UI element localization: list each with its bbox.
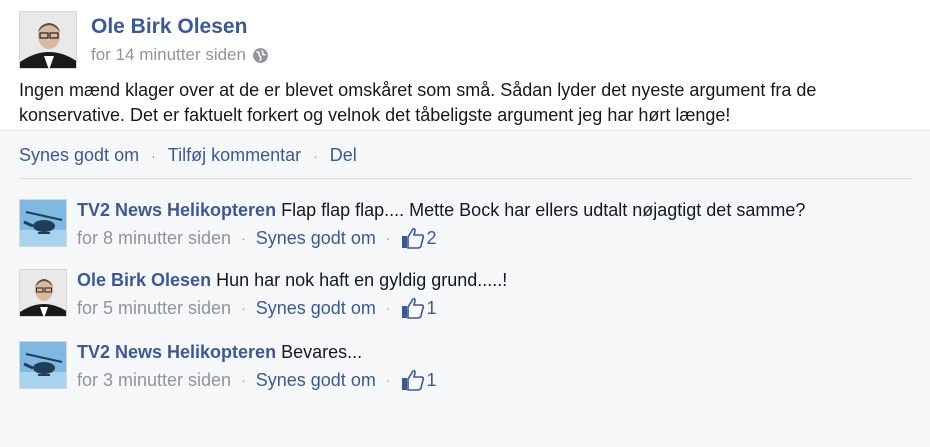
comment-text: Bevares... xyxy=(281,342,363,362)
commenter-avatar[interactable] xyxy=(19,199,67,247)
comment-like-count[interactable]: 1 xyxy=(401,297,437,319)
comment-text: Flap flap flap.... Mette Bock har ellers… xyxy=(281,200,806,220)
author-avatar[interactable] xyxy=(19,11,77,69)
like-count-value: 1 xyxy=(426,369,437,390)
comment-like-count[interactable]: 2 xyxy=(401,227,437,249)
separator: · xyxy=(241,230,246,246)
separator: · xyxy=(385,230,391,246)
like-button[interactable]: Synes godt om xyxy=(19,145,139,166)
separator: · xyxy=(151,147,156,164)
separator: · xyxy=(241,300,246,316)
comment-line: Ole Birk Olesen Hun har nok haft en gyld… xyxy=(77,269,507,291)
post-actions: Synes godt om · Tilføj kommentar · Del xyxy=(19,145,357,166)
comment-meta: for 3 minutter siden · Synes godt om · 1 xyxy=(77,369,437,391)
thumbs-up-icon xyxy=(401,369,424,391)
comment-line: TV2 News Helikopteren Bevares... xyxy=(77,341,362,363)
comment-meta: for 8 minutter siden · Synes godt om · 2 xyxy=(77,227,437,249)
separator: · xyxy=(313,147,318,164)
like-count-value: 2 xyxy=(426,227,437,248)
comment-text: Hun har nok haft en gyldig grund.....! xyxy=(216,270,508,290)
commenter-avatar[interactable] xyxy=(19,269,67,317)
separator: · xyxy=(385,300,391,316)
commenter-name[interactable]: TV2 News Helikopteren xyxy=(77,342,276,362)
comment-like-button[interactable]: Synes godt om xyxy=(256,228,376,249)
commenter-avatar[interactable] xyxy=(19,341,67,389)
comment-item: TV2 News Helikopteren Flap flap flap....… xyxy=(19,199,919,249)
thumbs-up-icon xyxy=(401,297,424,319)
commenter-name[interactable]: Ole Birk Olesen xyxy=(77,270,211,290)
separator: · xyxy=(385,372,391,388)
thumbs-up-icon xyxy=(401,227,424,249)
comment-line: TV2 News Helikopteren Flap flap flap....… xyxy=(77,199,805,221)
comment-like-button[interactable]: Synes godt om xyxy=(256,298,376,319)
comment-item: Ole Birk Olesen Hun har nok haft en gyld… xyxy=(19,269,919,319)
post-meta: for 14 minutter siden xyxy=(91,45,269,65)
separator: · xyxy=(241,372,246,388)
comment-timestamp[interactable]: for 3 minutter siden xyxy=(77,370,231,391)
post-timestamp[interactable]: for 14 minutter siden xyxy=(91,45,246,65)
globe-icon[interactable] xyxy=(252,47,269,64)
post-author-name[interactable]: Ole Birk Olesen xyxy=(91,15,247,39)
commenter-name[interactable]: TV2 News Helikopteren xyxy=(77,200,276,220)
add-comment-button[interactable]: Tilføj kommentar xyxy=(168,145,301,166)
post-text: Ingen mænd klager over at de er blevet o… xyxy=(19,80,817,125)
comment-meta: for 5 minutter siden · Synes godt om · 1 xyxy=(77,297,437,319)
feedback-panel: Synes godt om · Tilføj kommentar · Del T… xyxy=(0,130,930,447)
comment-timestamp[interactable]: for 5 minutter siden xyxy=(77,298,231,319)
share-button[interactable]: Del xyxy=(330,145,357,166)
comment-like-button[interactable]: Synes godt om xyxy=(256,370,376,391)
like-count-value: 1 xyxy=(426,297,437,318)
comment-item: TV2 News Helikopteren Bevares... for 3 m… xyxy=(19,341,919,391)
comment-like-count[interactable]: 1 xyxy=(401,369,437,391)
divider xyxy=(19,178,912,179)
comment-timestamp[interactable]: for 8 minutter siden xyxy=(77,228,231,249)
